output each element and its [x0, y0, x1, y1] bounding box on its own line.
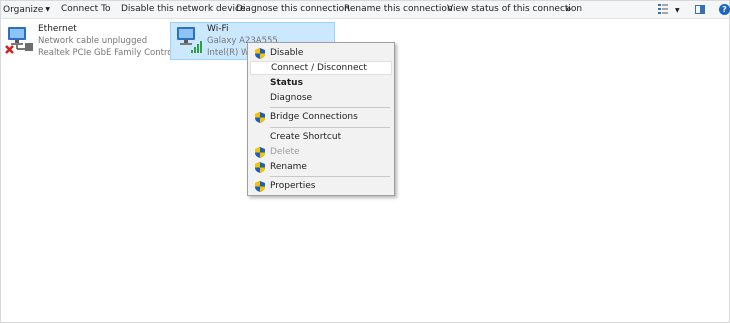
preview-pane-icon[interactable]	[695, 5, 705, 14]
menu-item-properties[interactable]: Properties	[250, 179, 392, 193]
ethernet-name: Ethernet	[38, 24, 77, 34]
disable-device-button[interactable]: Disable this network device	[121, 1, 246, 18]
organize-label: Organize	[3, 5, 44, 15]
connect-to-button[interactable]: Connect To	[61, 1, 111, 18]
menu-item-label: Create Shortcut	[270, 132, 342, 142]
menu-item-label: Delete	[270, 147, 300, 157]
diagnose-button[interactable]: Diagnose this connection	[236, 1, 350, 18]
menu-item-connect-disconnect[interactable]: Connect / Disconnect	[250, 61, 392, 75]
menu-separator	[270, 127, 390, 128]
menu-item-delete[interactable]: Delete	[250, 145, 392, 159]
menu-item-label: Bridge Connections	[270, 112, 358, 122]
uac-shield-icon	[255, 181, 265, 192]
organize-button[interactable]: Organize ▼	[3, 1, 50, 18]
help-icon[interactable]: ?	[719, 4, 730, 15]
menu-item-diagnose[interactable]: Diagnose	[250, 91, 392, 105]
menu-separator	[270, 107, 390, 108]
menu-item-label: Connect / Disconnect	[271, 63, 367, 73]
context-menu: Disable Connect / Disconnect Status Diag…	[247, 42, 395, 196]
network-disconnected-icon	[5, 27, 33, 54]
view-status-button[interactable]: View status of this connection	[447, 1, 582, 18]
uac-shield-icon	[255, 147, 265, 158]
change-view-icon[interactable]	[658, 4, 668, 14]
uac-shield-icon	[255, 112, 265, 123]
more-commands-button[interactable]: »	[565, 1, 571, 18]
menu-item-label: Disable	[270, 48, 304, 58]
menu-item-status[interactable]: Status	[250, 76, 392, 90]
chevron-down-icon: ▼	[45, 6, 50, 13]
menu-item-bridge-connections[interactable]: Bridge Connections	[250, 110, 392, 124]
menu-separator	[270, 176, 390, 177]
rename-button[interactable]: Rename this connection	[344, 1, 453, 18]
uac-shield-icon	[255, 162, 265, 173]
menu-item-disable[interactable]: Disable	[250, 46, 392, 60]
view-options-chevron-icon[interactable]: ▼	[675, 2, 680, 19]
menu-item-label: Properties	[270, 181, 316, 191]
ethernet-status: Network cable unplugged	[38, 36, 148, 46]
menu-item-rename[interactable]: Rename	[250, 160, 392, 174]
ethernet-adapter: Realtek PCIe GbE Family Controller	[38, 48, 186, 58]
ethernet-connection[interactable]: Ethernet Network cable unplugged Realtek…	[2, 23, 186, 61]
menu-item-create-shortcut[interactable]: Create Shortcut	[250, 130, 392, 144]
wifi-adapter: Intel(R) Wir	[207, 48, 251, 58]
menu-item-label: Rename	[270, 162, 307, 172]
command-bar: Organize ▼ Connect To Disable this networ…	[1, 1, 730, 19]
uac-shield-icon	[255, 48, 265, 59]
wifi-adapter-icon	[177, 27, 202, 53]
menu-item-label: Diagnose	[270, 93, 313, 103]
menu-item-label: Status	[270, 78, 303, 88]
wifi-name: Wi-Fi	[207, 24, 229, 34]
